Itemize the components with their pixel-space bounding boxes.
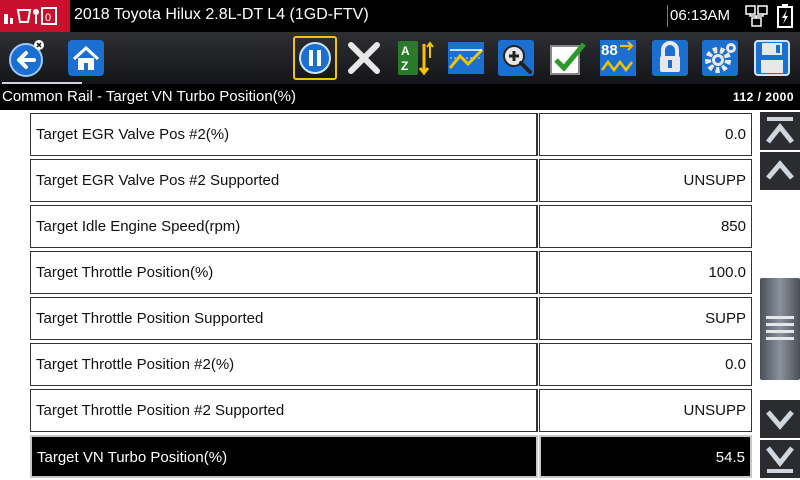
grip-line xyxy=(766,323,794,326)
data-row[interactable]: Target EGR Valve Pos #2(%) 0.0 xyxy=(30,113,752,156)
pause-icon xyxy=(299,42,331,74)
status-line: Common Rail - Target VN Turbo Position(%… xyxy=(0,84,800,110)
graph-button[interactable] xyxy=(444,36,488,80)
parameter-value: SUPP xyxy=(539,297,752,340)
parameter-value: 0.0 xyxy=(539,113,752,156)
units-icon: 88 xyxy=(600,40,636,76)
x-icon xyxy=(348,42,380,74)
parameter-value: 100.0 xyxy=(539,251,752,294)
parameter-name: Target VN Turbo Position(%) xyxy=(30,435,538,478)
chevron-down-icon xyxy=(766,410,794,430)
double-chevron-up-icon xyxy=(766,117,794,144)
divider xyxy=(667,5,668,27)
parameter-value: 0.0 xyxy=(539,343,752,386)
pause-button[interactable] xyxy=(293,36,337,80)
scroll-up-button[interactable] xyxy=(760,152,800,190)
grip-line xyxy=(766,330,794,333)
chevron-up-icon xyxy=(766,160,794,180)
parameter-name: Target Idle Engine Speed(rpm) xyxy=(30,205,538,248)
zoom-icon xyxy=(498,40,534,76)
home-icon xyxy=(68,40,104,76)
clear-button[interactable] xyxy=(342,36,386,80)
data-row[interactable]: Target EGR Valve Pos #2 Supported UNSUPP xyxy=(30,159,752,202)
double-chevron-down-icon xyxy=(766,446,794,473)
svg-text:Z: Z xyxy=(401,59,408,73)
back-arrow-icon xyxy=(9,40,44,77)
parameter-value: UNSUPP xyxy=(539,159,752,202)
title-bar: 0 2018 Toyota Hilux 2.8L-DT L4 (1GD-FTV)… xyxy=(0,0,800,32)
zoom-button[interactable] xyxy=(494,36,538,80)
clock: 06:13AM xyxy=(670,7,731,24)
gear-icon xyxy=(702,40,738,76)
sort-button[interactable]: A Z xyxy=(394,36,438,80)
graph-icon xyxy=(448,42,484,74)
data-row[interactable]: Target Idle Engine Speed(rpm) 850 xyxy=(30,205,752,248)
data-row[interactable]: Target Throttle Position #2(%) 0.0 xyxy=(30,343,752,386)
home-button[interactable] xyxy=(64,36,108,80)
app-logo-icon[interactable]: 0 xyxy=(0,0,70,32)
settings-button[interactable] xyxy=(698,36,742,80)
parameter-value: 850 xyxy=(539,205,752,248)
scroll-bottom-button[interactable] xyxy=(760,440,800,478)
battery-icon xyxy=(776,3,794,34)
data-row[interactable]: Target Throttle Position Supported SUPP xyxy=(30,297,752,340)
parameter-name: Target EGR Valve Pos #2 Supported xyxy=(30,159,538,202)
data-row-selected[interactable]: Target VN Turbo Position(%) 54.5 xyxy=(30,435,752,478)
grip-line xyxy=(766,337,794,340)
record-counter: 112 / 2000 xyxy=(732,90,794,104)
svg-text:88: 88 xyxy=(601,42,618,59)
lock-icon xyxy=(652,40,688,76)
parameter-name: Target Throttle Position #2 Supported xyxy=(30,389,538,432)
save-button[interactable] xyxy=(750,36,794,80)
scrollbar[interactable] xyxy=(760,110,800,480)
data-row[interactable]: Target Throttle Position #2 Supported UN… xyxy=(30,389,752,432)
parameter-name: Target Throttle Position #2(%) xyxy=(30,343,538,386)
units-button[interactable]: 88 xyxy=(596,36,640,80)
data-row[interactable]: Target Throttle Position(%) 100.0 xyxy=(30,251,752,294)
grip-line xyxy=(766,316,794,319)
select-button[interactable] xyxy=(546,36,590,80)
scrollbar-thumb[interactable] xyxy=(760,278,800,380)
parameter-value: 54.5 xyxy=(539,435,752,478)
scroll-top-button[interactable] xyxy=(760,112,800,150)
scroll-down-button[interactable] xyxy=(760,400,800,438)
screen-title: Common Rail - Target VN Turbo Position(%… xyxy=(2,88,296,105)
data-list: Target EGR Valve Pos #2(%) 0.0 Target EG… xyxy=(0,110,760,480)
sort-icon: A Z xyxy=(398,41,434,76)
parameter-name: Target EGR Valve Pos #2(%) xyxy=(30,113,538,156)
save-icon xyxy=(754,40,790,76)
back-button[interactable] xyxy=(4,36,48,80)
parameter-name: Target Throttle Position(%) xyxy=(30,251,538,294)
parameter-name: Target Throttle Position Supported xyxy=(30,297,538,340)
network-icon xyxy=(744,4,770,33)
checkmark-icon xyxy=(550,42,586,75)
svg-text:A: A xyxy=(401,44,410,58)
lock-button[interactable] xyxy=(648,36,692,80)
vehicle-title: 2018 Toyota Hilux 2.8L-DT L4 (1GD-FTV) xyxy=(74,6,369,23)
parameter-value: UNSUPP xyxy=(539,389,752,432)
toolbar: A Z 88 xyxy=(0,32,800,84)
svg-text:0: 0 xyxy=(45,12,51,24)
